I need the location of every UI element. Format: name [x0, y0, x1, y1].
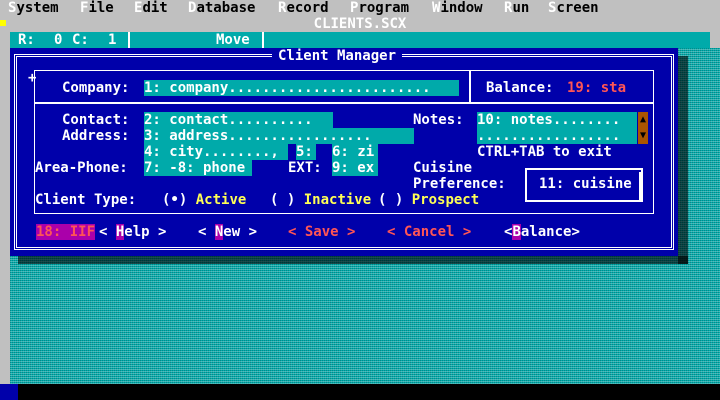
- address-label: Address:: [62, 128, 130, 144]
- zip-field[interactable]: 6: zi: [332, 144, 378, 160]
- menu-item-system[interactable]: System: [8, 0, 59, 16]
- cancel-button[interactable]: < Cancel >: [387, 224, 471, 240]
- notes-field-line2[interactable]: .................: [477, 128, 637, 144]
- phone-field[interactable]: 7: -8: phone: [144, 160, 252, 176]
- menu-label: indow: [440, 0, 483, 16]
- cuisine-value[interactable]: 11: cuisine: [539, 176, 632, 192]
- dialog-shadow: [678, 56, 688, 264]
- company-label: Company:: [62, 80, 130, 96]
- radio-mark: ( ): [378, 192, 404, 208]
- bottom-status-bar: [0, 384, 720, 400]
- contact-field[interactable]: 2: contact..........: [144, 112, 333, 128]
- notes-scrollbar[interactable]: ▲ ▼: [638, 112, 648, 144]
- menu-label: ile: [88, 0, 114, 16]
- help-button[interactable]: < Help >: [99, 224, 166, 240]
- field-id-indicator: 18: IIF: [36, 224, 96, 240]
- radio-label: Inactive: [303, 192, 372, 208]
- ext-field[interactable]: 9: ex: [332, 160, 378, 176]
- hotkey: B: [512, 224, 521, 240]
- button-label: elp >: [124, 224, 167, 240]
- row-value: 0: [54, 32, 63, 48]
- scroll-up-icon[interactable]: ▲: [640, 114, 646, 125]
- bottom-indicator: [0, 384, 18, 400]
- radio-label: Prospect: [411, 192, 480, 208]
- status-divider: [262, 32, 264, 48]
- menu-label: rogram: [358, 0, 410, 16]
- bracket: <: [99, 224, 116, 240]
- radio-mark: (•): [162, 192, 188, 208]
- menu-item-record[interactable]: Record: [278, 0, 329, 16]
- button-label: alance>: [520, 224, 580, 240]
- radio-active[interactable]: (•) Active: [162, 192, 246, 208]
- popup-shadow: [639, 172, 642, 202]
- balance-button[interactable]: <Balance>: [504, 224, 580, 240]
- radio-prospect[interactable]: ( ) Prospect: [378, 192, 479, 208]
- save-button[interactable]: < Save >: [288, 224, 355, 240]
- radio-inactive[interactable]: ( ) Inactive: [270, 192, 371, 208]
- radio-mark: ( ): [270, 192, 296, 208]
- preference-label: Preference:: [413, 176, 506, 192]
- menu-label: ystem: [16, 0, 59, 16]
- dialog-title: Client Manager: [272, 48, 403, 64]
- bracket: <: [198, 224, 215, 240]
- mode-indicator: Move: [216, 32, 250, 48]
- button-label: ew >: [223, 224, 258, 240]
- notes-hint: CTRL+TAB to exit: [477, 144, 612, 160]
- col-label: C:: [72, 32, 89, 48]
- col-value: 1: [108, 32, 117, 48]
- area-phone-label: Area-Phone:: [35, 160, 128, 176]
- cuisine-label: Cuisine: [413, 160, 473, 176]
- notes-label: Notes:: [413, 112, 464, 128]
- address-field[interactable]: 3: address.................: [144, 128, 414, 144]
- contact-label: Contact:: [62, 112, 130, 128]
- menu-item-screen[interactable]: Screen: [548, 0, 599, 16]
- scroll-down-icon[interactable]: ▼: [640, 130, 646, 141]
- menu-label: creen: [556, 0, 599, 16]
- ext-label: EXT:: [288, 160, 322, 176]
- status-divider: [128, 32, 130, 48]
- menu-item-database[interactable]: Database: [188, 0, 255, 16]
- menu-item-window[interactable]: Window: [432, 0, 483, 16]
- menu-item-file[interactable]: File: [80, 0, 114, 16]
- menu-item-program[interactable]: Program: [350, 0, 409, 16]
- menu-label: dit: [142, 0, 168, 16]
- menu-item-edit[interactable]: Edit: [134, 0, 168, 16]
- row-label: R:: [18, 32, 35, 48]
- company-field[interactable]: 1: company........................: [144, 80, 459, 96]
- menu-item-run[interactable]: Run: [504, 0, 529, 16]
- window-title: CLIENTS.SCX: [313, 16, 407, 32]
- dialog-shadow: [18, 256, 688, 264]
- client-type-label: Client Type:: [35, 192, 137, 208]
- new-button[interactable]: < New >: [198, 224, 257, 240]
- menu-label: un: [512, 0, 530, 16]
- menu-label: atabase: [196, 0, 256, 16]
- city-field[interactable]: 4: city........,: [144, 144, 288, 160]
- state-field[interactable]: 5:: [296, 144, 316, 160]
- balance-label: Balance:: [486, 80, 554, 96]
- notes-field-line1[interactable]: 10: notes........: [477, 112, 637, 128]
- balance-value: 19: sta: [567, 80, 627, 96]
- radio-label: Active: [195, 192, 247, 208]
- menu-label: ecord: [286, 0, 329, 16]
